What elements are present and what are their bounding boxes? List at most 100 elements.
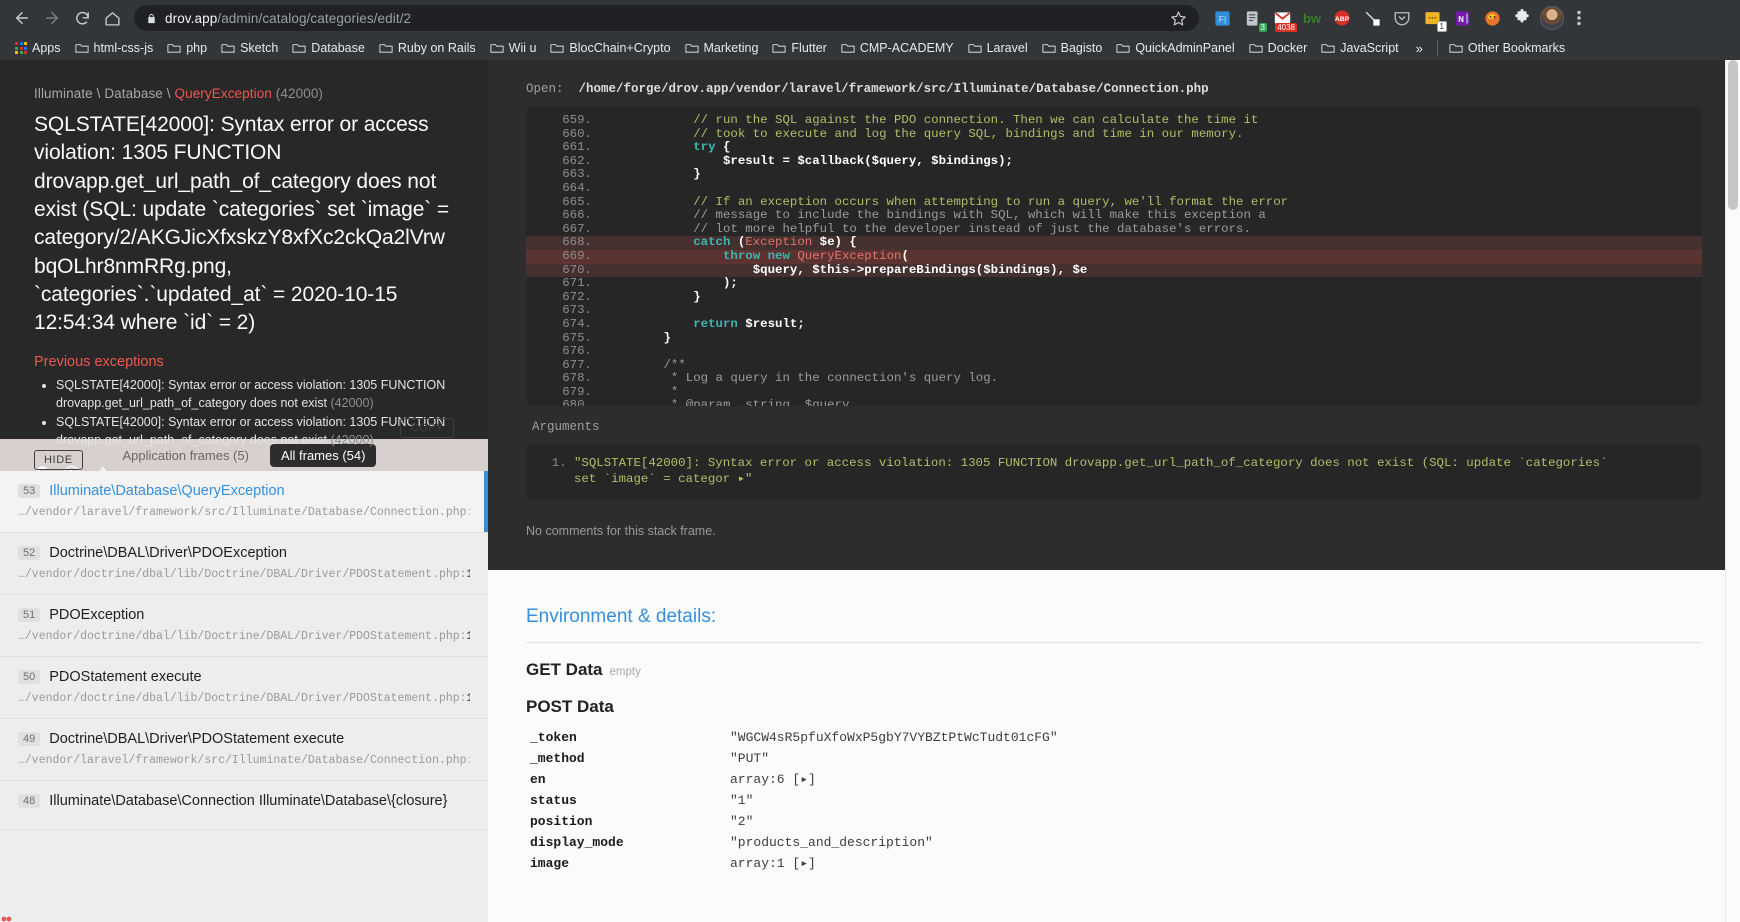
line-number: 670.	[562, 262, 592, 277]
post-data-table: _token "WGCW4sR5pfuXfoWxP5gbY7VYBZtPtWcTu…	[526, 728, 1702, 877]
frame-path: …/vendor/doctrine/dbal/lib/Doctrine/DBAL…	[18, 692, 470, 705]
table-row[interactable]: 53 Illuminate\Database\QueryException …/…	[0, 471, 488, 533]
line-number: 673.	[562, 303, 592, 318]
table-row[interactable]: 48 Illuminate\Database\Connection Illumi…	[0, 781, 488, 830]
bookmark-docker[interactable]: Docker	[1242, 39, 1315, 57]
bookmarks-overflow-button[interactable]: »	[1406, 41, 1433, 56]
previous-exception-text: SQLSTATE[42000]: Syntax error or access …	[56, 415, 446, 448]
pocket-icon[interactable]	[1389, 5, 1415, 31]
bookmark-javascript[interactable]: JavaScript	[1314, 39, 1405, 57]
bookmark-label: Wii u	[508, 41, 537, 55]
frame-name: Illuminate\Database\Connection Illuminat…	[49, 793, 448, 809]
code-line: 678. * Log a query in the connection's q…	[526, 372, 1702, 386]
line-number: 674.	[562, 316, 592, 331]
frame-line-number: 119	[467, 568, 470, 581]
line-number: 660.	[562, 126, 592, 141]
post-value: "PUT"	[730, 751, 770, 766]
code-text: $result = $callback($query, $bindings);	[604, 153, 1013, 168]
code-line: 674. return $result;	[526, 316, 1702, 332]
line-number: 659.	[562, 113, 592, 127]
bookmark-cmp-academy[interactable]: CMP-ACADEMY	[834, 39, 961, 57]
frame-path: …/vendor/doctrine/dbal/lib/Doctrine/DBAL…	[18, 630, 470, 643]
eyedropper-icon[interactable]	[1359, 5, 1385, 31]
bookmark-flutter[interactable]: Flutter	[765, 39, 833, 57]
frame-line-number: 117	[467, 692, 470, 705]
onenote-icon[interactable]: N	[1449, 5, 1475, 31]
gmail-checker-icon[interactable]: 4038	[1269, 5, 1297, 32]
code-text: // lot more helpful to the developer ins…	[604, 221, 1251, 236]
post-value[interactable]: array:6 [▸]	[730, 772, 1700, 791]
arguments-label: Arguments	[532, 420, 600, 434]
apps-grid-icon	[15, 42, 27, 54]
list-item: SQLSTATE[42000]: Syntax error or access …	[56, 376, 454, 412]
sticky-notes-icon[interactable]: 1	[1419, 5, 1447, 32]
code-text: return $result;	[693, 316, 805, 331]
line-number: 669.	[562, 248, 592, 263]
table-row: display_mode "products_and_description"	[528, 835, 1700, 854]
frame-path: …/vendor/laravel/framework/src/Illuminat…	[18, 754, 470, 767]
code-line: 662. $result = $callback($query, $bindin…	[526, 153, 1702, 169]
open-label: Open:	[526, 82, 564, 96]
line-number: 661.	[562, 140, 592, 155]
bookmark-database[interactable]: Database	[285, 39, 372, 57]
avatar[interactable]	[1539, 5, 1565, 31]
extensions-area: F| 3 4038 bw ABP 1 N	[1209, 5, 1589, 32]
bookmark-label: Docker	[1267, 41, 1308, 55]
code-text: throw new QueryException(	[722, 248, 909, 263]
table-row[interactable]: 50 PDOStatement execute …/vendor/doctrin…	[0, 657, 488, 719]
bookmark-star-icon[interactable]	[1170, 10, 1187, 27]
svg-text:F|: F|	[1218, 14, 1225, 24]
hide-button[interactable]: HIDE	[34, 450, 83, 470]
chrome-menu-icon[interactable]	[1569, 10, 1589, 26]
sticky-badge: 1	[1436, 21, 1447, 32]
frame-name: Illuminate\Database\QueryException	[49, 483, 285, 499]
puzzle-extensions-icon[interactable]	[1509, 5, 1535, 31]
exception-header: Illuminate \ Database \ QueryException (…	[0, 60, 488, 482]
bookmark-marketing[interactable]: Marketing	[678, 39, 766, 57]
address-bar[interactable]: drov.app/admin/catalog/categories/edit/2	[134, 5, 1199, 31]
bookmark-blocchain-crypto[interactable]: BlocChain+Crypto	[543, 39, 677, 57]
code-line: 661. try {	[526, 140, 1702, 155]
line-number: 672.	[562, 289, 592, 304]
bookmark-sketch[interactable]: Sketch	[214, 39, 285, 57]
bitwarden-icon[interactable]: bw	[1299, 5, 1325, 31]
frame-path-text: …/vendor/laravel/framework/src/Illuminat…	[18, 754, 470, 767]
back-button[interactable]	[8, 4, 36, 32]
forward-button[interactable]	[38, 4, 66, 32]
folder-icon	[1449, 42, 1463, 54]
reload-button[interactable]	[68, 4, 96, 32]
bookmark-php[interactable]: php	[160, 39, 214, 57]
frame-number: 49	[18, 732, 41, 746]
bookmark-apps[interactable]: Apps	[8, 39, 68, 57]
notes-extension-icon[interactable]: 3	[1239, 5, 1267, 32]
bookmark-bagisto[interactable]: Bagisto	[1035, 39, 1110, 57]
bookmark-quickadminpanel[interactable]: QuickAdminPanel	[1109, 39, 1241, 57]
table-row: en array:6 [▸]	[528, 772, 1700, 791]
table-row: position "2"	[528, 814, 1700, 833]
post-key: status	[530, 793, 577, 808]
bookmark-html-css-js[interactable]: html-css-js	[68, 39, 161, 57]
home-button[interactable]	[98, 4, 126, 32]
table-row[interactable]: 49 Doctrine\DBAL\Driver\PDOStatement exe…	[0, 719, 488, 781]
left-scroll-indicator[interactable]	[0, 908, 14, 922]
code-line: 672. }	[526, 289, 1702, 305]
frame-path-text: …/vendor/doctrine/dbal/lib/Doctrine/DBAL…	[18, 568, 467, 581]
page-scrollbar[interactable]	[1725, 60, 1740, 922]
bookmark-wii-u[interactable]: Wii u	[483, 39, 544, 57]
copy-button[interactable]: COPY	[400, 418, 454, 438]
table-row[interactable]: 52 Doctrine\DBAL\Driver\PDOException …/v…	[0, 533, 488, 595]
get-data-label: GET Data	[526, 660, 603, 679]
svg-text:N: N	[1458, 15, 1464, 24]
firefox-send-icon[interactable]	[1479, 5, 1505, 31]
bookmark-ruby-on-rails[interactable]: Ruby on Rails	[372, 39, 483, 57]
open-file-path[interactable]: /home/forge/drov.app/vendor/laravel/fram…	[579, 82, 1209, 96]
post-key: image	[530, 856, 570, 871]
line-number: 664.	[562, 180, 592, 195]
adblock-plus-icon[interactable]: ABP	[1329, 5, 1355, 31]
bookmark-laravel[interactable]: Laravel	[961, 39, 1035, 57]
fi-extension-icon[interactable]: F|	[1209, 5, 1235, 31]
table-row[interactable]: 51 PDOException …/vendor/doctrine/dbal/l…	[0, 595, 488, 657]
post-value[interactable]: array:1 [▸]	[730, 856, 1700, 875]
scrollbar-thumb[interactable]	[1728, 60, 1738, 210]
bookmark-other-bookmarks[interactable]: Other Bookmarks	[1442, 39, 1572, 57]
